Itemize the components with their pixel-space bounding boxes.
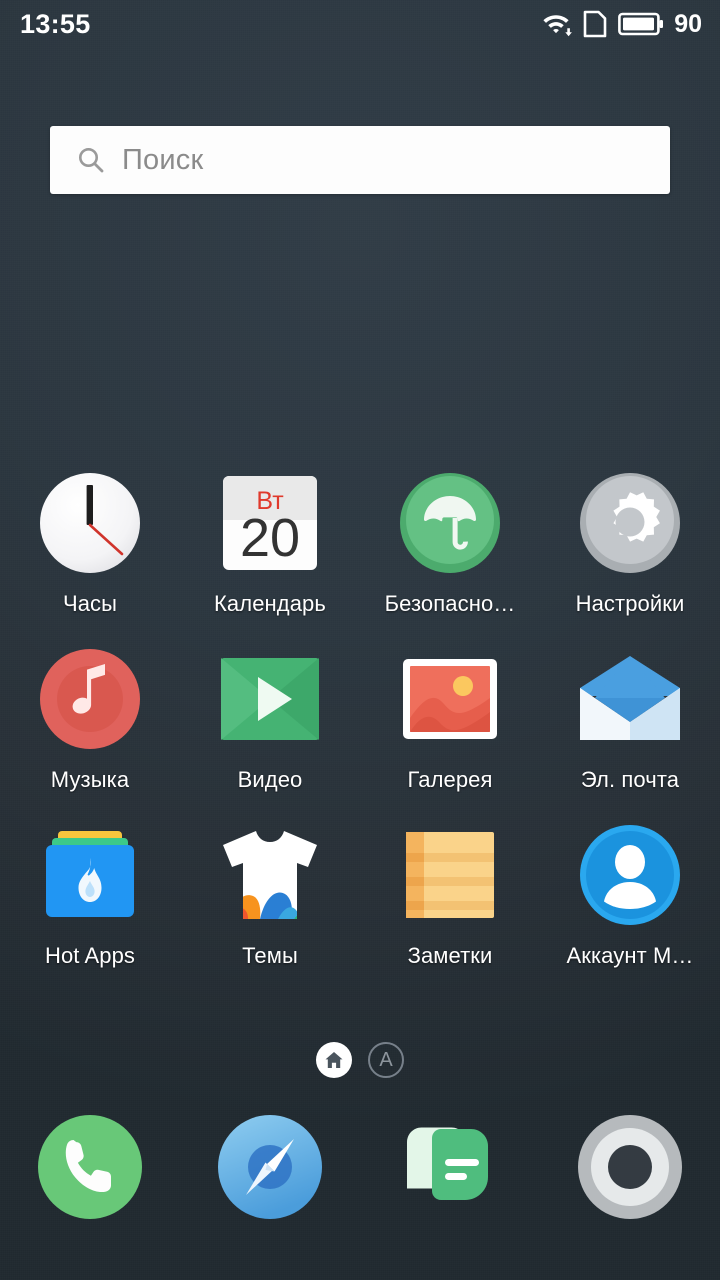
app-icon-email[interactable]: Эл. почта bbox=[540, 646, 720, 793]
gallery-photo-icon bbox=[397, 646, 503, 752]
app-icon-hot-apps[interactable]: Hot Apps bbox=[0, 822, 180, 969]
page-indicator: A bbox=[0, 1042, 720, 1078]
app-label: Календарь bbox=[214, 591, 326, 616]
music-note-icon bbox=[37, 646, 143, 752]
dock-item-browser[interactable] bbox=[180, 1112, 360, 1222]
app-label: Настройки bbox=[575, 591, 685, 616]
app-icon-calendar[interactable]: Вт 20 Календарь bbox=[180, 470, 360, 617]
battery-percent-label: 90 bbox=[674, 9, 702, 38]
app-label: Эл. почта bbox=[580, 767, 680, 792]
phone-handset-icon bbox=[35, 1112, 145, 1222]
app-icon-security[interactable]: Безопасно… bbox=[360, 470, 540, 617]
app-icon-account[interactable]: Аккаунт M… bbox=[540, 822, 720, 969]
app-icon-music[interactable]: Музыка bbox=[0, 646, 180, 793]
dock-item-camera[interactable] bbox=[540, 1112, 720, 1222]
app-label: Безопасно… bbox=[384, 591, 516, 616]
search-input[interactable]: Поиск bbox=[50, 126, 670, 194]
hot-apps-folder-flame-icon bbox=[37, 822, 143, 928]
gear-icon bbox=[577, 470, 683, 576]
email-envelope-icon bbox=[577, 646, 683, 752]
app-grid: Часы Вт 20 Календарь Безопасно… Настройк… bbox=[0, 470, 720, 969]
account-person-icon bbox=[577, 822, 683, 928]
app-label: Темы bbox=[242, 943, 298, 968]
app-icon-gallery[interactable]: Галерея bbox=[360, 646, 540, 793]
status-bar: 13:55 90 bbox=[0, 0, 720, 48]
app-label: Видео bbox=[237, 767, 303, 792]
dock bbox=[0, 1112, 720, 1222]
page-dot-home[interactable] bbox=[316, 1042, 352, 1078]
search-placeholder-text: Поиск bbox=[122, 143, 204, 176]
app-icon-clock[interactable]: Часы bbox=[0, 470, 180, 617]
message-bubble-icon bbox=[395, 1112, 505, 1222]
app-icon-notes[interactable]: Заметки bbox=[360, 822, 540, 969]
app-label: Музыка bbox=[50, 767, 130, 792]
app-icon-themes[interactable]: Темы bbox=[180, 822, 360, 969]
video-play-icon bbox=[217, 646, 323, 752]
status-right-group: 90 bbox=[542, 10, 702, 39]
notes-icon bbox=[397, 822, 503, 928]
camera-lens-icon bbox=[575, 1112, 685, 1222]
calendar-icon: Вт 20 bbox=[217, 470, 323, 576]
page-dot-apps-label: A bbox=[379, 1049, 393, 1071]
security-umbrella-icon bbox=[397, 470, 503, 576]
home-icon bbox=[324, 1050, 344, 1070]
sim-card-icon bbox=[583, 10, 607, 38]
app-label: Галерея bbox=[407, 767, 493, 792]
dock-item-phone[interactable] bbox=[0, 1112, 180, 1222]
search-icon bbox=[76, 145, 106, 175]
app-label: Заметки bbox=[407, 943, 493, 968]
clock-icon bbox=[37, 470, 143, 576]
battery-icon bbox=[618, 11, 664, 37]
app-icon-video[interactable]: Видео bbox=[180, 646, 360, 793]
app-label: Часы bbox=[62, 591, 118, 616]
wifi-download-icon bbox=[542, 11, 573, 37]
app-label: Hot Apps bbox=[44, 943, 136, 968]
app-icon-settings[interactable]: Настройки bbox=[540, 470, 720, 617]
calendar-day-text: 20 bbox=[240, 508, 300, 568]
app-label: Аккаунт M… bbox=[566, 943, 694, 968]
compass-browser-icon bbox=[215, 1112, 325, 1222]
page-dot-apps[interactable]: A bbox=[368, 1042, 404, 1078]
status-clock: 13:55 bbox=[20, 8, 91, 39]
themes-tshirt-icon bbox=[217, 822, 323, 928]
dock-item-messages[interactable] bbox=[360, 1112, 540, 1222]
